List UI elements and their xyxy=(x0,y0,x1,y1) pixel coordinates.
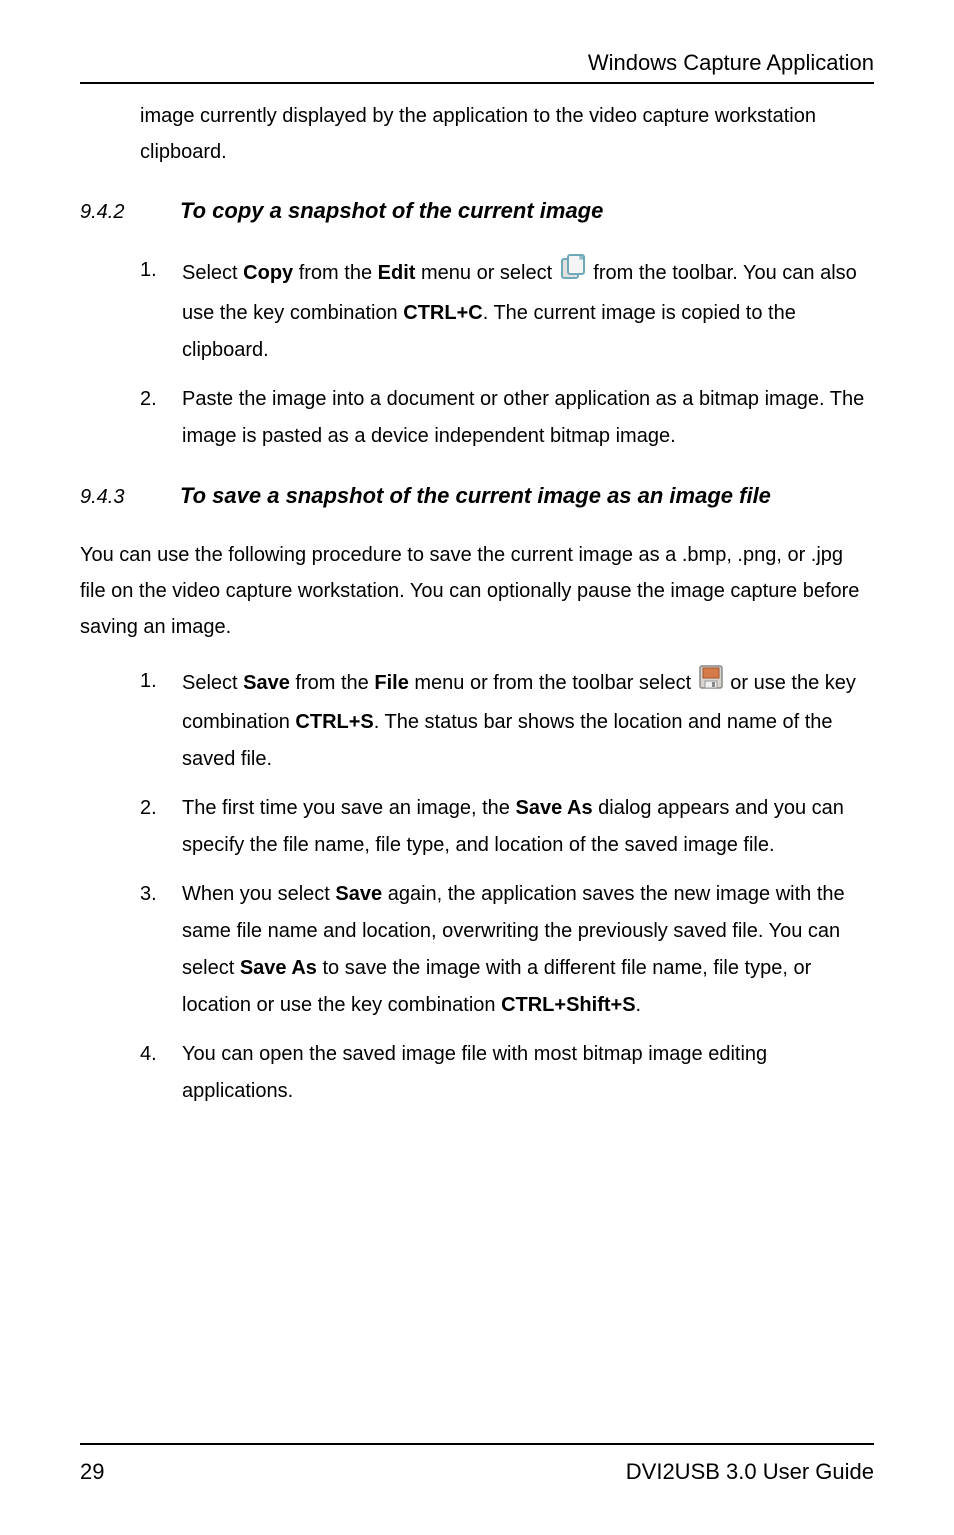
bold-ctrlc: CTRL+C xyxy=(403,302,482,324)
bold-save: Save xyxy=(243,672,290,694)
text: When you select xyxy=(182,883,335,905)
text: from the xyxy=(290,672,374,694)
lead-paragraph: You can use the following procedure to s… xyxy=(80,537,874,645)
list-number: 2. xyxy=(140,381,157,418)
list-item: 2. The first time you save an image, the… xyxy=(140,790,874,864)
list-number: 2. xyxy=(140,790,157,827)
section-heading-942: 9.4.2 To copy a snapshot of the current … xyxy=(80,198,874,224)
list-number: 1. xyxy=(140,663,157,700)
text: The first time you save an image, the xyxy=(182,797,516,819)
bold-file: File xyxy=(374,672,408,694)
text: from the xyxy=(293,262,377,284)
list-item: 1. Select Save from the File menu or fro… xyxy=(140,663,874,778)
page-footer: 29 DVI2USB 3.0 User Guide xyxy=(80,1443,874,1485)
running-header: Windows Capture Application xyxy=(80,50,874,84)
bold-ctrls: CTRL+S xyxy=(295,711,373,733)
section-number: 9.4.2 xyxy=(80,201,180,224)
list-item: 3. When you select Save again, the appli… xyxy=(140,876,874,1024)
text: Paste the image into a document or other… xyxy=(182,388,864,447)
section-title: To save a snapshot of the current image … xyxy=(180,483,771,509)
list-item: 2. Paste the image into a document or ot… xyxy=(140,381,874,455)
section-number: 9.4.3 xyxy=(80,486,180,509)
list-item: 4. You can open the saved image file wit… xyxy=(140,1036,874,1110)
text: Select xyxy=(182,672,243,694)
bold-copy: Copy xyxy=(243,262,293,284)
bold-save: Save xyxy=(335,883,382,905)
text: . xyxy=(636,994,642,1016)
bold-edit: Edit xyxy=(378,262,416,284)
bold-ctrlshifts: CTRL+Shift+S xyxy=(501,994,635,1016)
text: You can open the saved image file with m… xyxy=(182,1043,767,1102)
section-title: To copy a snapshot of the current image xyxy=(180,198,603,224)
ordered-list-943: 1. Select Save from the File menu or fro… xyxy=(80,663,874,1110)
list-number: 3. xyxy=(140,876,157,913)
section-heading-943: 9.4.3 To save a snapshot of the current … xyxy=(80,483,874,509)
save-icon xyxy=(697,663,725,704)
list-item: 1. Select Copy from the Edit menu or sel… xyxy=(140,252,874,369)
list-number: 1. xyxy=(140,252,157,289)
guide-title: DVI2USB 3.0 User Guide xyxy=(626,1459,874,1485)
page: Windows Capture Application image curren… xyxy=(0,0,954,1535)
page-number: 29 xyxy=(80,1459,104,1485)
intro-paragraph: image currently displayed by the applica… xyxy=(80,98,874,170)
bold-saveas: Save As xyxy=(240,957,317,979)
copy-icon xyxy=(558,252,588,295)
text: menu or from the toolbar select xyxy=(409,672,697,694)
text: Select xyxy=(182,262,243,284)
text: menu or select xyxy=(415,262,557,284)
ordered-list-942: 1. Select Copy from the Edit menu or sel… xyxy=(80,252,874,455)
list-number: 4. xyxy=(140,1036,157,1073)
bold-saveas: Save As xyxy=(516,797,593,819)
